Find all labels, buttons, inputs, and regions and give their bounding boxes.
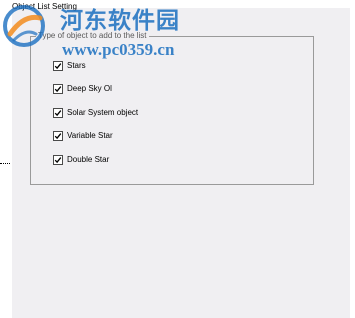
option-label: Deep Sky Ol <box>67 84 112 93</box>
checkmark-icon <box>54 157 62 164</box>
option-label: Stars <box>67 61 86 70</box>
watermark-title: 河东软件园 <box>60 8 180 34</box>
option-label: Double Star <box>67 155 110 164</box>
checkbox[interactable] <box>53 61 63 71</box>
checkbox[interactable] <box>53 155 63 165</box>
checkbox[interactable] <box>53 84 63 94</box>
checkmark-icon <box>54 63 62 70</box>
dotted-divider <box>0 163 10 164</box>
checkbox-option-solar-system[interactable]: Solar System object <box>53 107 138 119</box>
option-label: Solar System object <box>67 108 139 117</box>
checkmark-icon <box>54 86 62 93</box>
watermark-logo-icon <box>3 5 45 47</box>
checkbox[interactable] <box>53 108 63 118</box>
checkbox-option-stars[interactable]: Stars <box>53 60 86 72</box>
checkbox-option-variable-star[interactable]: Variable Star <box>53 130 113 142</box>
watermark: 河东软件园 www.pc0359.cn <box>0 0 210 60</box>
checkbox[interactable] <box>53 131 63 141</box>
watermark-url: www.pc0359.cn <box>62 40 175 59</box>
checkmark-icon <box>54 110 62 117</box>
option-label: Variable Star <box>67 131 113 140</box>
checkbox-option-deep-sky[interactable]: Deep Sky Ol <box>53 83 112 95</box>
checkmark-icon <box>54 133 62 140</box>
checkbox-option-double-star[interactable]: Double Star <box>53 154 109 166</box>
